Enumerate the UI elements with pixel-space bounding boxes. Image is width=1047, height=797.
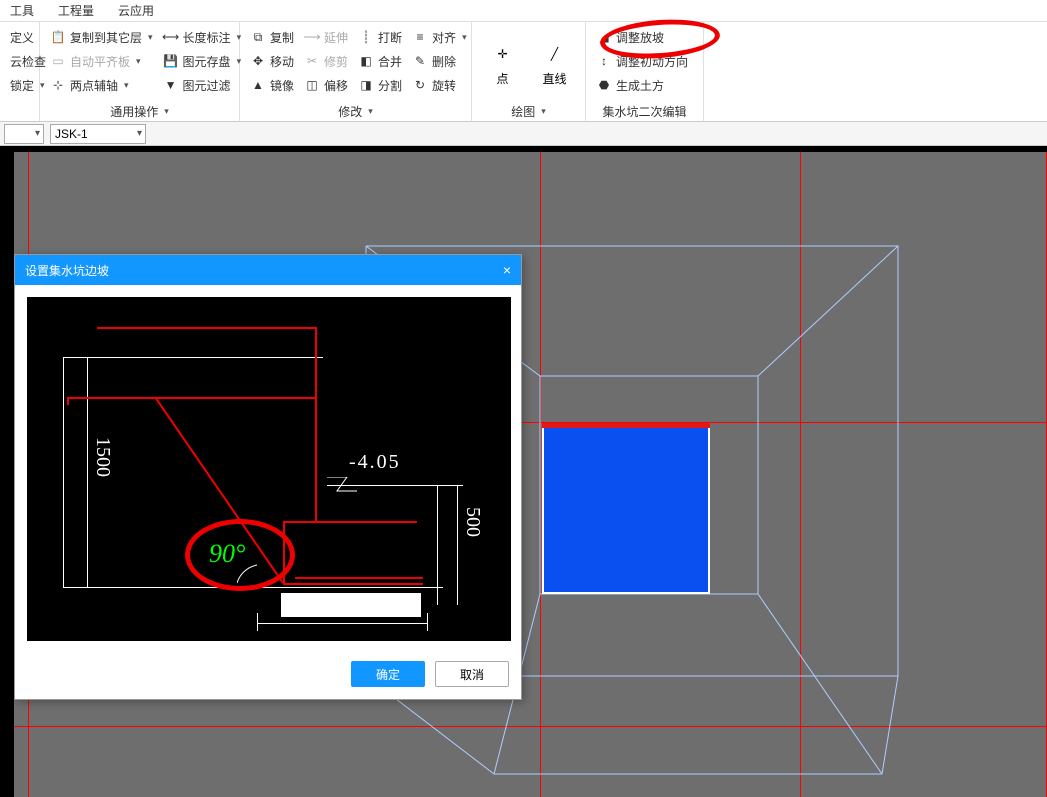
btn-split[interactable]: ◨分割 (354, 74, 406, 96)
btn-mirror[interactable]: ▲镜像 (246, 74, 298, 96)
btn-merge[interactable]: ◧合并 (354, 50, 406, 72)
move-icon: ✥ (250, 53, 266, 69)
menu-measure[interactable]: 工程量 (58, 2, 94, 19)
extend-icon: ⟶ (304, 29, 320, 45)
group-label-modify: 修改▾ (246, 101, 465, 119)
line-icon: ╱ (541, 40, 569, 68)
btn-rotate[interactable]: ↻旋转 (408, 74, 471, 96)
btn-line[interactable]: ╱直线 (532, 26, 578, 101)
group-label-general: 通用操作▾ (46, 101, 233, 119)
dialog-titlebar[interactable]: 设置集水坑边坡 × (15, 255, 521, 285)
btn-copy[interactable]: ⧉复制 (246, 26, 298, 48)
btn-align[interactable]: ≡对齐▾ (408, 26, 471, 48)
mirror-icon: ▲ (250, 77, 266, 93)
ruler-icon: ⟷ (163, 29, 179, 45)
break-icon: ┊ (358, 29, 374, 45)
group-label-sump: 集水坑二次编辑 (592, 101, 697, 119)
btn-trim[interactable]: ✂修剪 (300, 50, 352, 72)
layers-icon: 📋 (50, 29, 66, 45)
btn-point[interactable]: ✛点 (480, 26, 526, 101)
property-bar: JSK-1 (0, 122, 1047, 146)
point-icon: ✛ (489, 40, 517, 68)
dim-mask (281, 593, 421, 617)
btn-savecomp[interactable]: 💾图元存盘▾ (159, 50, 246, 72)
menubar: 工具 工程量 云应用 (0, 0, 1047, 22)
btn-two-axis[interactable]: ⊹两点辅轴▾ (46, 74, 157, 96)
btn-extend[interactable]: ⟶延伸 (300, 26, 352, 48)
group-label-draw: 绘图▾ (478, 101, 579, 119)
trim-icon: ✂ (304, 53, 320, 69)
btn-filter[interactable]: ▼图元过滤 (159, 74, 246, 96)
btn-adjust-dir[interactable]: ↕调整初动方向 (592, 50, 692, 72)
funnel-icon: ▼ (163, 77, 179, 93)
axis-icon: ⊹ (50, 77, 66, 93)
btn-gen-earth[interactable]: ⬣生成土方 (592, 74, 692, 96)
disk-icon: 💾 (163, 53, 179, 69)
sump-top-edge (542, 423, 710, 428)
ribbon: 定义 云检查 锁定▾ 📋复制到其它层▾ ▭自动平齐板▾ ⊹两点辅轴▾ ⟷长度标注… (0, 22, 1047, 122)
btn-adjust-slope[interactable]: ◢调整放坡 (592, 26, 692, 48)
combo-small[interactable] (4, 124, 44, 144)
dialog-diagram: 1500 500 -4.05 90° (27, 297, 511, 641)
btn-break[interactable]: ┊打断 (354, 26, 406, 48)
combo-component[interactable]: JSK-1 (50, 124, 146, 144)
dim-elev: -4.05 (349, 451, 401, 474)
direction-icon: ↕ (596, 53, 612, 69)
align-icon: ≡ (412, 29, 428, 45)
btn-offset[interactable]: ◫偏移 (300, 74, 352, 96)
merge-icon: ◧ (358, 53, 374, 69)
slope-icon: ◢ (596, 29, 612, 45)
offset-icon: ◫ (304, 77, 320, 93)
split-icon: ◨ (358, 77, 374, 93)
dim-height: 1500 (91, 437, 114, 477)
earth-icon: ⬣ (596, 77, 612, 93)
copy-icon: ⧉ (250, 29, 266, 45)
level-icon: ▭ (50, 53, 66, 69)
btn-delete[interactable]: ✎删除 (408, 50, 471, 72)
dialog-title-text: 设置集水坑边坡 (25, 262, 109, 279)
btn-move[interactable]: ✥移动 (246, 50, 298, 72)
btn-copy-layer[interactable]: 📋复制到其它层▾ (46, 26, 157, 48)
btn-dimension[interactable]: ⟷长度标注▾ (159, 26, 246, 48)
close-icon[interactable]: × (503, 262, 511, 278)
menu-cloud[interactable]: 云应用 (118, 2, 154, 19)
menu-tools[interactable]: 工具 (10, 2, 34, 19)
rotate-icon: ↻ (412, 77, 428, 93)
slope-dialog: 设置集水坑边坡 × 1500 500 -4.05 (14, 254, 522, 700)
btn-autolevel[interactable]: ▭自动平齐板▾ (46, 50, 157, 72)
delete-icon: ✎ (412, 53, 428, 69)
